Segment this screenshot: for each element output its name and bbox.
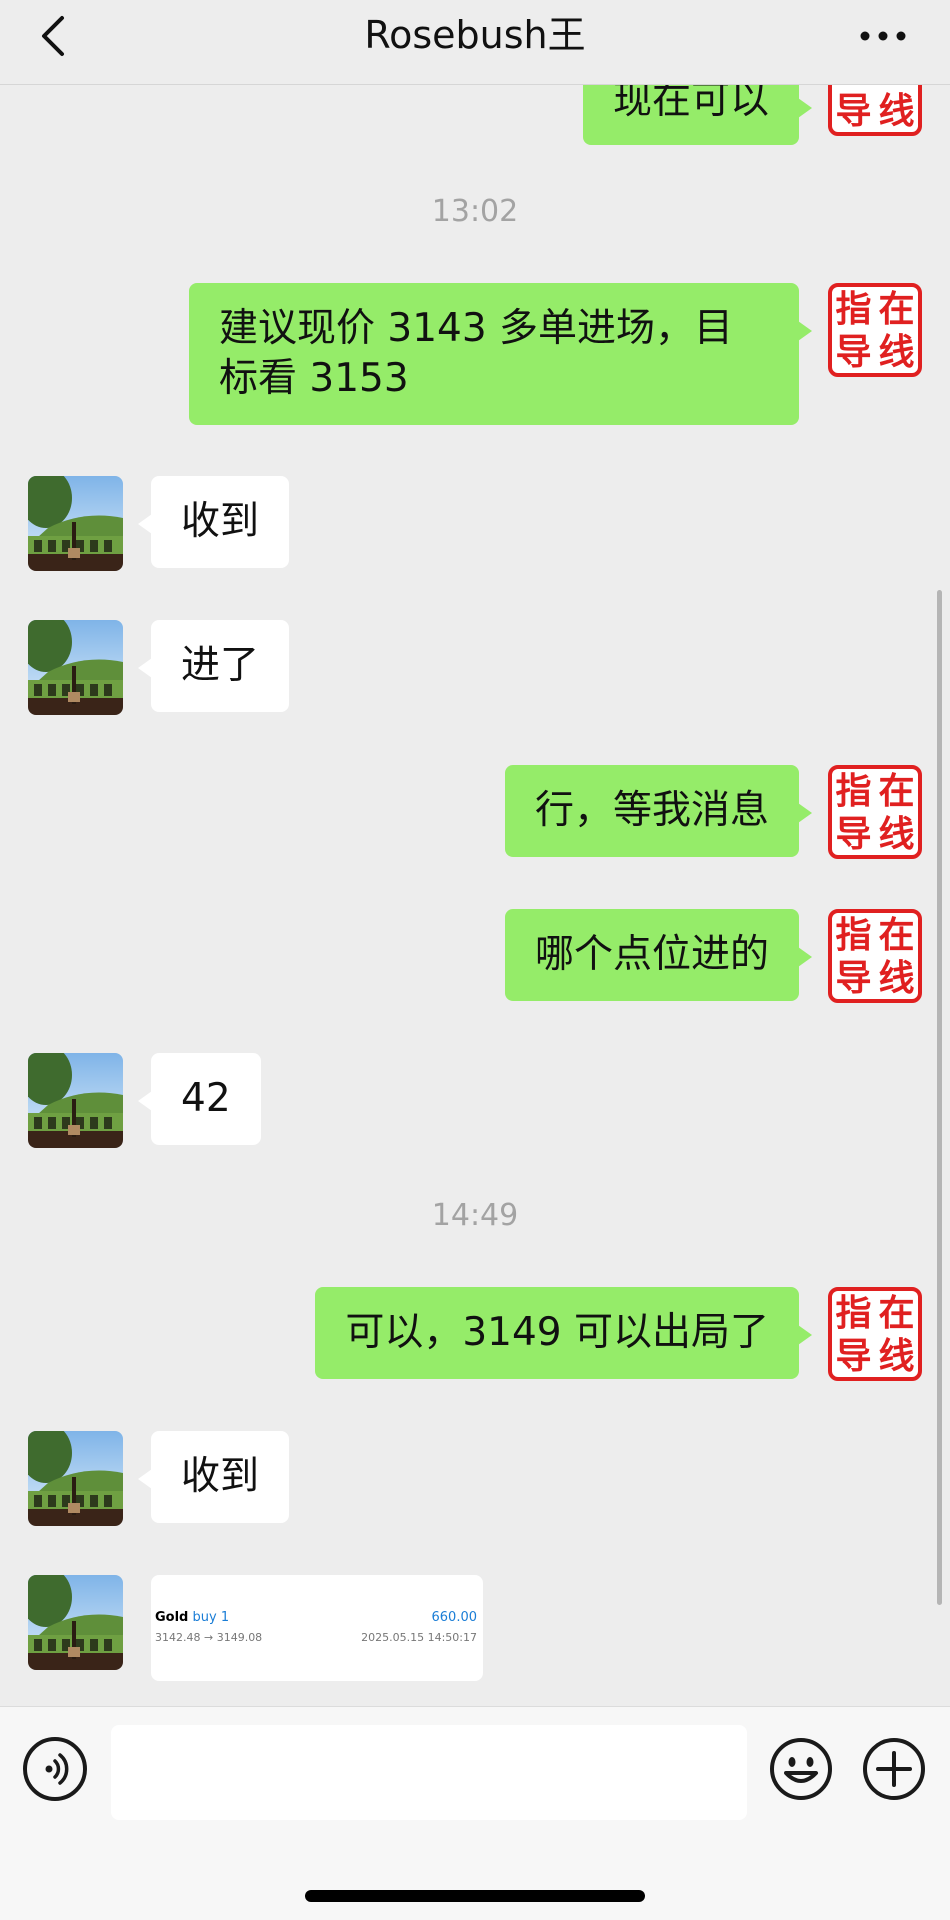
message-bubble-incoming[interactable]: 42: [138, 1053, 261, 1145]
smiley-icon: [770, 1738, 832, 1800]
contact-avatar[interactable]: [28, 620, 123, 715]
message-bubble-outgoing[interactable]: 建议现价 3143 多单进场，目标看 3153: [189, 283, 812, 425]
message-row-incoming: 收到: [0, 476, 950, 572]
avatar-char: 导: [835, 89, 872, 132]
message-row-incoming: 42: [0, 1053, 950, 1149]
message-row-outgoing: 建议现价 3143 多单进场，目标看 3153 指 在 导 线: [0, 283, 950, 429]
contact-avatar[interactable]: [28, 476, 123, 571]
avatar-char: 指: [835, 769, 872, 812]
trade-header-line: Gold buy 1 660.00: [155, 1609, 477, 1627]
contact-avatar[interactable]: [28, 1431, 123, 1526]
home-indicator[interactable]: [305, 1890, 645, 1902]
message-text: 建议现价 3143 多单进场，目标看 3153: [219, 306, 734, 401]
timestamp: 13:02: [431, 194, 519, 229]
contact-avatar[interactable]: [28, 1053, 123, 1148]
message-text: 哪个点位进的: [534, 932, 769, 977]
message-text: 进了: [181, 643, 260, 688]
avatar-char: 在: [878, 913, 915, 956]
self-avatar[interactable]: 指 在 导 线: [828, 1287, 922, 1381]
self-avatar[interactable]: 指 在 导 线: [828, 283, 922, 377]
message-input[interactable]: [111, 1725, 747, 1820]
timestamp: 14:49: [431, 1198, 519, 1233]
ellipsis-icon[interactable]: [858, 16, 908, 56]
input-bar: [0, 1706, 950, 1920]
trade-detail-line: 3142.48 → 3149.08 2025.05.15 14:50:17: [155, 1629, 477, 1647]
avatar-char: 线: [878, 812, 915, 855]
self-avatar[interactable]: 指 在 导 线: [828, 909, 922, 1003]
message-text: 可以，3149 可以出局了: [345, 1310, 769, 1355]
trade-screenshot-card[interactable]: Gold buy 1 660.00 3142.48 → 3149.08 2025…: [151, 1575, 483, 1681]
trade-side: buy 1: [192, 1610, 230, 1625]
avatar-char: 导: [835, 1334, 872, 1377]
avatar-char: 在: [878, 287, 915, 330]
message-row-incoming: 进了: [0, 620, 950, 716]
trade-profit: 660.00: [431, 1610, 478, 1625]
message-bubble-outgoing[interactable]: 哪个点位进的: [504, 909, 813, 1001]
avatar-char: 导: [835, 812, 872, 855]
avatar-char: 指: [835, 913, 872, 956]
avatar-char: 线: [878, 1334, 915, 1377]
avatar-char: 导: [835, 330, 872, 373]
trade-prices: 3142.48 → 3149.08: [155, 1631, 263, 1644]
scrollbar[interactable]: [937, 590, 942, 1605]
message-row-outgoing: 哪个点位进的 指 在 导 线: [0, 909, 950, 1005]
avatar-char: 在: [878, 769, 915, 812]
message-bubble-incoming[interactable]: 进了: [137, 620, 290, 712]
trade-symbol: Gold: [155, 1610, 189, 1625]
message-row-incoming: 收到: [0, 1431, 950, 1527]
message-bubble-incoming[interactable]: 收到: [137, 476, 290, 568]
message-row-incoming: Gold buy 1 660.00 3142.48 → 3149.08 2025…: [0, 1575, 950, 1681]
emoji-button[interactable]: [769, 1737, 833, 1801]
trade-datetime: 2025.05.15 14:50:17: [361, 1631, 477, 1644]
avatar-char: 在: [878, 1291, 915, 1334]
avatar-char: 线: [878, 330, 915, 373]
navigation-bar: Rosebush王: [0, 0, 950, 85]
chat-title: Rosebush王: [364, 13, 586, 57]
message-text: 收到: [181, 1454, 260, 1499]
message-bubble-incoming[interactable]: 收到: [137, 1431, 290, 1523]
message-row-outgoing: 可以，3149 可以出局了 指 在 导 线: [0, 1287, 950, 1383]
avatar-char: 导: [835, 956, 872, 999]
avatar-char: 线: [878, 89, 915, 132]
avatar-char: 线: [878, 956, 915, 999]
message-row-outgoing: 行，等我消息 指 在 导 线: [0, 765, 950, 861]
message-text: 行，等我消息: [534, 788, 769, 833]
avatar-char: 指: [835, 287, 872, 330]
more-functions-button[interactable]: [862, 1737, 926, 1801]
message-bubble-outgoing[interactable]: 可以，3149 可以出局了: [315, 1287, 812, 1379]
trade-title: Gold buy 1: [155, 1609, 229, 1627]
avatar-char: 指: [835, 1291, 872, 1334]
voice-input-button[interactable]: [23, 1737, 87, 1801]
message-bubble-outgoing[interactable]: 行，等我消息: [504, 765, 813, 857]
plus-icon: [863, 1738, 925, 1800]
message-text: 42: [181, 1076, 231, 1121]
chat-area[interactable]: 现在可以 指 在 导 线 13:02 建议现价 3143 多单进场，目标看 31…: [0, 0, 950, 1706]
voice-wave-icon: [45, 1753, 69, 1785]
contact-avatar[interactable]: [28, 1575, 123, 1670]
self-avatar[interactable]: 指 在 导 线: [828, 765, 922, 859]
message-text: 收到: [181, 499, 260, 544]
